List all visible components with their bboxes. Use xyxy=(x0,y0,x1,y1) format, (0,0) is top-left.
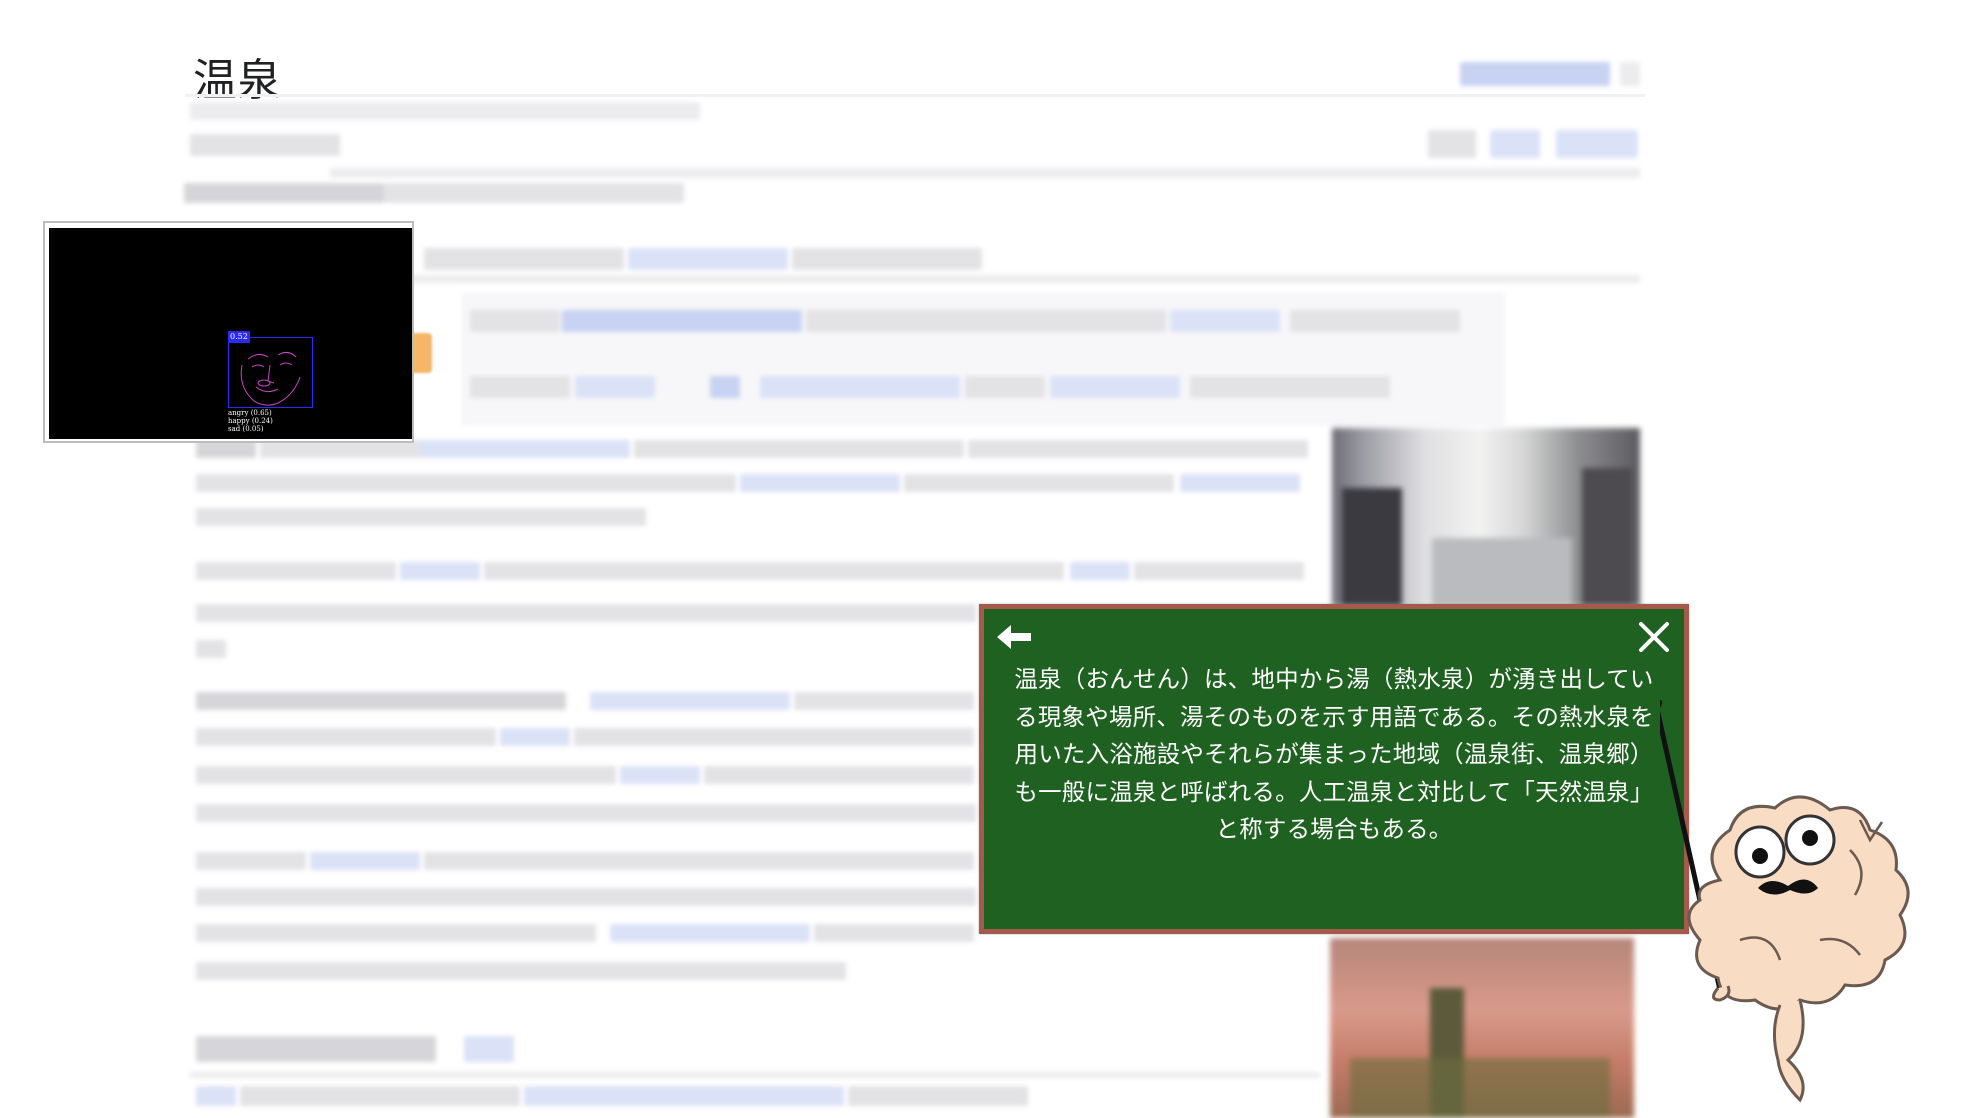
close-icon xyxy=(1639,622,1669,652)
line-blurred xyxy=(794,692,974,710)
article-image-bottom xyxy=(1330,938,1634,1118)
webcam-video: 0.52 angry (0.65) happy (0.24) sad (0.05… xyxy=(49,228,412,439)
line-blurred xyxy=(470,310,560,332)
chalkboard-text: 温泉（おんせん）は、地中から湯（熱水泉）が湧き出している現象や場所、湯そのものを… xyxy=(1014,665,1654,843)
emotion-label: angry (0.65) xyxy=(228,409,272,417)
link-blurred xyxy=(400,562,480,580)
link-blurred xyxy=(1070,562,1130,580)
line-blurred xyxy=(814,924,974,942)
line-blurred xyxy=(806,310,1166,332)
line-blurred xyxy=(196,924,596,942)
link-blurred xyxy=(575,376,655,398)
line-blurred xyxy=(704,766,974,784)
line-blurred xyxy=(965,376,1045,398)
line-blurred xyxy=(330,168,1640,178)
line-blurred xyxy=(1134,562,1304,580)
link-blurred xyxy=(628,248,788,270)
brain-professor-mascot-icon[interactable] xyxy=(1660,700,1930,1110)
subtitle-blurred xyxy=(190,102,700,120)
line-blurred xyxy=(240,1086,520,1106)
back-button[interactable] xyxy=(992,617,1036,657)
line-blurred xyxy=(196,474,736,492)
line-blurred xyxy=(968,440,1308,458)
emotion-label: happy (0.24) xyxy=(228,417,273,425)
line-blurred xyxy=(196,888,976,906)
line-blurred xyxy=(196,852,306,870)
chalkboard-popup: 温泉（おんせん）は、地中から湯（熱水泉）が湧き出している現象や場所、湯そのものを… xyxy=(979,604,1689,934)
line-blurred xyxy=(470,376,570,398)
line-blurred xyxy=(792,248,982,270)
emotion-labels: angry (0.65) happy (0.24) sad (0.05) xyxy=(228,409,273,433)
link-blurred xyxy=(420,440,630,458)
line-blurred xyxy=(904,474,1174,492)
edit-link-blurred xyxy=(464,1036,514,1062)
line-blurred xyxy=(184,183,384,203)
link-blurred xyxy=(500,728,570,746)
line-blurred xyxy=(196,604,976,622)
line-blurred xyxy=(196,962,846,980)
link-blurred xyxy=(562,310,802,332)
link-blurred xyxy=(760,376,960,398)
face-score-badge: 0.52 xyxy=(228,331,250,343)
language-selector-blurred xyxy=(1460,62,1610,86)
link-blurred xyxy=(196,1086,236,1106)
article-image-top xyxy=(1332,428,1640,606)
line-blurred xyxy=(424,852,974,870)
tab-blurred xyxy=(190,134,340,156)
arrow-left-icon xyxy=(997,625,1031,649)
line-blurred xyxy=(410,275,1640,283)
line-blurred xyxy=(384,183,684,203)
heading-rule-blurred xyxy=(190,1072,1320,1078)
line-blurred xyxy=(196,562,396,580)
line-blurred xyxy=(196,766,616,784)
link-blurred xyxy=(310,852,420,870)
emotion-label: sad (0.05) xyxy=(228,425,264,433)
header-blur xyxy=(1620,62,1640,86)
tab-blurred xyxy=(1556,130,1638,158)
link-blurred xyxy=(710,376,740,398)
link-blurred xyxy=(1170,310,1280,332)
line-blurred xyxy=(424,248,624,270)
line-blurred xyxy=(196,804,976,822)
link-blurred xyxy=(740,474,900,492)
line-blurred xyxy=(574,728,974,746)
line-blurred xyxy=(1190,376,1390,398)
link-blurred xyxy=(1050,376,1180,398)
line-blurred xyxy=(634,440,964,458)
line-blurred xyxy=(484,562,1064,580)
line-blurred xyxy=(196,728,496,746)
line-blurred xyxy=(196,692,566,710)
webcam-panel[interactable]: 0.52 angry (0.65) happy (0.24) sad (0.05… xyxy=(43,221,414,443)
tab-blurred xyxy=(1490,130,1540,158)
link-blurred xyxy=(524,1086,844,1106)
face-detection-box xyxy=(228,337,313,408)
line-blurred xyxy=(1290,310,1460,332)
link-blurred xyxy=(610,924,810,942)
link-blurred xyxy=(1180,474,1300,492)
link-blurred xyxy=(620,766,700,784)
link-blurred xyxy=(590,692,790,710)
line-blurred xyxy=(196,508,646,526)
line-blurred xyxy=(196,640,226,658)
section-heading-blurred xyxy=(196,1036,436,1062)
line-blurred xyxy=(848,1086,1028,1106)
close-button[interactable] xyxy=(1632,617,1676,657)
tab-blurred xyxy=(1428,130,1476,158)
